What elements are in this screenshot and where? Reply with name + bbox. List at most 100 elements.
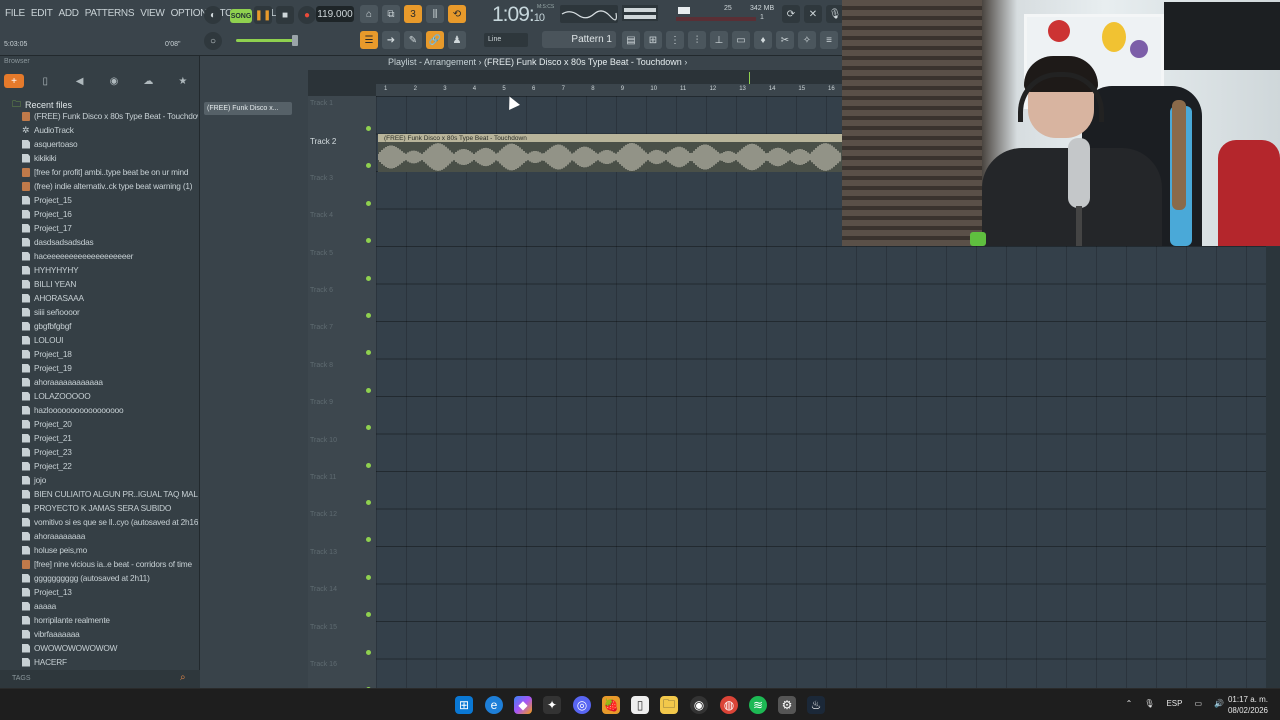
refresh-icon[interactable]: ⟳ <box>782 5 800 23</box>
close-x-icon[interactable]: ✕ <box>804 5 822 23</box>
song-mode-button[interactable]: SONG <box>230 9 252 23</box>
steam-icon[interactable]: ♨ <box>807 696 825 714</box>
recent-file-item[interactable]: asquertoaso <box>22 137 198 151</box>
track-label[interactable]: Track 3 <box>310 175 333 182</box>
recent-file-item[interactable]: hazlooooooooooooooooo <box>22 403 198 417</box>
more-icon[interactable]: ≡ <box>820 31 838 49</box>
track-mute-led[interactable] <box>366 462 371 468</box>
snap-selector[interactable]: Line <box>484 33 528 47</box>
track-mute-led[interactable] <box>366 163 371 169</box>
recent-file-item[interactable]: LOLAZOOOOO <box>22 389 198 403</box>
tab-samples-icon[interactable]: ◉ <box>97 72 131 90</box>
playlist-icon[interactable]: ▤ <box>622 31 640 49</box>
wand-icon[interactable]: ✧ <box>798 31 816 49</box>
recent-file-item[interactable]: ahoraaaaaaaa <box>22 529 198 543</box>
menu-item-add[interactable]: ADD <box>58 6 80 21</box>
recent-file-item[interactable]: AHORASAAA <box>22 291 198 305</box>
pattern-selector[interactable]: Pattern 1 <box>542 31 616 48</box>
loop-record-icon[interactable]: ⟲ <box>448 5 466 23</box>
track-label[interactable]: Track 8 <box>310 362 333 369</box>
link-icon[interactable]: 🔗 <box>426 31 444 49</box>
fl-studio-icon[interactable]: 🍓 <box>602 696 620 714</box>
track-label[interactable]: Track 7 <box>310 324 333 331</box>
recent-file-item[interactable]: [free for profit] ambi..type beat be on … <box>22 165 198 179</box>
track-label[interactable]: Track 15 <box>310 624 337 631</box>
track-label[interactable]: Track 2 <box>310 137 336 146</box>
track-label[interactable]: Track 13 <box>310 549 337 556</box>
recent-file-item[interactable]: holuse peis,mo <box>22 543 198 557</box>
track-label[interactable]: Track 14 <box>310 586 337 593</box>
chrome-icon[interactable]: ◍ <box>720 696 738 714</box>
tags-bar[interactable]: TAGS <box>0 670 200 688</box>
recent-file-item[interactable]: kikikiki <box>22 151 198 165</box>
stop-icon[interactable]: ■ <box>276 6 294 24</box>
notepad-icon[interactable]: ▯ <box>631 696 649 714</box>
track-mute-led[interactable] <box>366 126 371 131</box>
track-mute-led[interactable] <box>366 612 371 618</box>
menu-item-edit[interactable]: EDIT <box>30 6 54 21</box>
track-mute-led[interactable] <box>366 275 371 281</box>
recent-file-item[interactable]: HACERF <box>22 655 198 669</box>
tab-starred-icon[interactable]: ★ <box>166 72 200 90</box>
scrollbar-strip[interactable] <box>1266 246 1280 688</box>
recent-file-item[interactable]: Project_22 <box>22 459 198 473</box>
mixer-icon[interactable]: ⫶ <box>688 31 706 49</box>
stamp-icon[interactable]: ♟ <box>448 31 466 49</box>
widgets-icon[interactable]: ✦ <box>543 696 561 714</box>
recent-file-item[interactable]: HYHYHYHY <box>22 263 198 277</box>
recent-file-item[interactable]: ✲ AudioTrack <box>22 123 198 137</box>
recent-file-item[interactable]: Project_20 <box>22 417 198 431</box>
track-label[interactable]: Track 12 <box>310 511 337 518</box>
tree-icon[interactable]: ⊥ <box>710 31 728 49</box>
pat-song-toggle-icon[interactable]: ◐ <box>204 6 222 24</box>
recent-file-item[interactable]: PROYECTO K JAMAS SERA SUBIDO <box>22 501 198 515</box>
track-label[interactable]: Track 16 <box>310 661 337 668</box>
microphone-tray-icon[interactable]: 🎙 <box>1144 699 1154 708</box>
master-volume-slider[interactable] <box>236 35 298 46</box>
track-mute-led[interactable] <box>366 238 371 244</box>
track-mute-led[interactable] <box>366 350 371 356</box>
tab-cloud-icon[interactable]: ☁ <box>131 72 165 90</box>
pattern-chip[interactable]: (FREE) Funk Disco x... <box>204 102 292 115</box>
settings-gear-icon[interactable]: ⚙ <box>778 696 796 714</box>
track-label[interactable]: Track 5 <box>310 250 333 257</box>
tab-all-icon[interactable]: + <box>4 74 24 88</box>
track-label[interactable]: Track 1 <box>310 100 333 107</box>
track-mute-led[interactable] <box>366 313 371 318</box>
recent-file-item[interactable]: Project_18 <box>22 347 198 361</box>
recent-file-item[interactable]: (FREE) Funk Disco x 80s Type Beat - Touc… <box>22 109 198 123</box>
track-label[interactable]: Track 10 <box>310 437 337 444</box>
record-icon[interactable]: ● <box>298 6 316 24</box>
network-icon[interactable]: ▭ <box>1194 699 1202 708</box>
menu-item-file[interactable]: FILE <box>4 6 26 21</box>
arrow-right-icon[interactable]: ➜ <box>382 31 400 49</box>
track-label[interactable]: Track 9 <box>310 399 333 406</box>
recent-file-item[interactable]: vomitivo si es que se ll..cyo (autosaved… <box>22 515 198 529</box>
track-label[interactable]: Track 11 <box>310 474 336 481</box>
countdown-icon[interactable]: 3 <box>404 5 422 23</box>
recent-file-item[interactable]: Project_15 <box>22 193 198 207</box>
recent-file-item[interactable]: aaaaa <box>22 599 198 613</box>
track-label[interactable]: Track 6 <box>310 287 333 294</box>
file-explorer-icon[interactable]: 🗀 <box>660 696 678 714</box>
tools-icon[interactable]: ✂ <box>776 31 794 49</box>
chevron-up-icon[interactable]: ⌃ <box>1126 699 1133 708</box>
track-mute-led[interactable] <box>366 649 371 655</box>
recent-file-item[interactable]: BIEN CULIAITO ALGUN PR..IGUAL TAQ MALITO… <box>22 487 198 501</box>
recent-file-item[interactable]: jojo <box>22 473 198 487</box>
file-icon[interactable]: ▭ <box>732 31 750 49</box>
channel-rack-icon[interactable]: ⋮ <box>666 31 684 49</box>
recent-file-item[interactable]: ahoraaaaaaaaaaaa <box>22 375 198 389</box>
windows-start-icon[interactable]: ⊞ <box>455 696 473 714</box>
playhead-marker[interactable] <box>749 72 750 84</box>
metronome-icon[interactable]: ⌂ <box>360 5 378 23</box>
recent-file-item[interactable]: gggggggggg (autosaved at 2h11) <box>22 571 198 585</box>
recent-file-item[interactable]: [free] nine vicious ia..e beat - corrido… <box>22 557 198 571</box>
recent-file-item[interactable]: (free) indie alternativ..ck type beat wa… <box>22 179 198 193</box>
recent-file-item[interactable]: OWOWOWOWOWOW <box>22 641 198 655</box>
recent-file-item[interactable]: Project_13 <box>22 585 198 599</box>
track-mute-led[interactable] <box>366 537 371 543</box>
track-mute-led[interactable] <box>366 425 371 431</box>
piano-roll-icon[interactable]: ⊞ <box>644 31 662 49</box>
recent-file-item[interactable]: LOLOUI <box>22 333 198 347</box>
